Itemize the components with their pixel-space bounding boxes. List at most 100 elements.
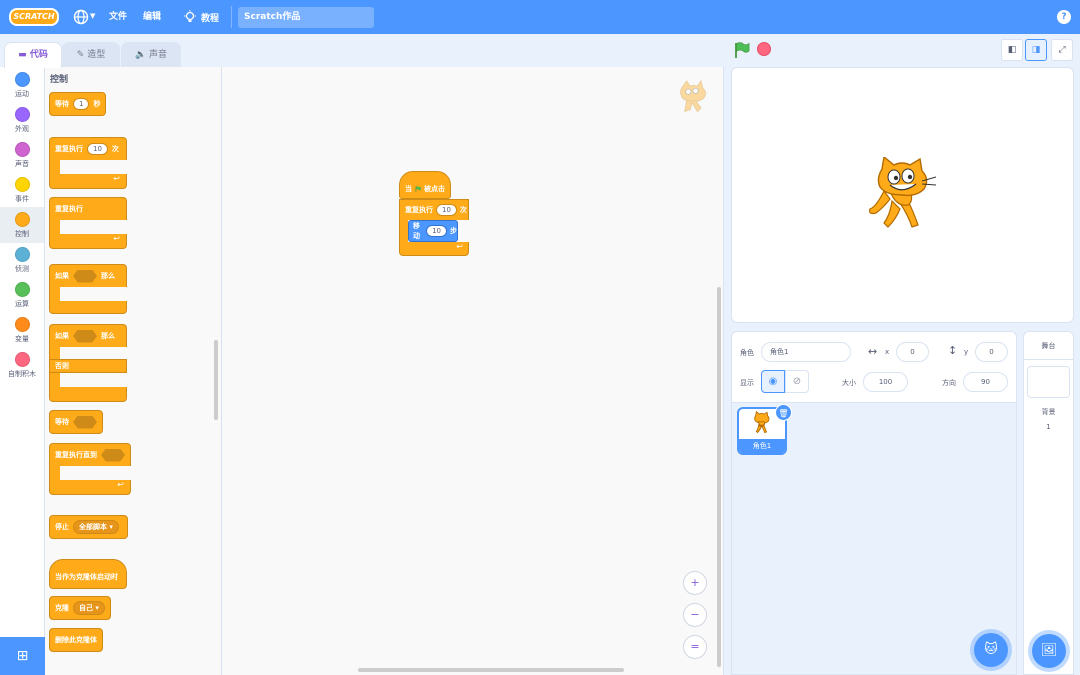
zoom-out-button[interactable]: − bbox=[683, 603, 707, 627]
steps-input[interactable]: 10 bbox=[426, 225, 447, 237]
if-then-block[interactable]: 如果 那么 bbox=[49, 264, 127, 314]
stop-button[interactable] bbox=[757, 42, 771, 56]
workspace-horizontal-scrollbar[interactable] bbox=[358, 668, 624, 672]
category-looks[interactable]: 外观 bbox=[0, 104, 44, 139]
category-menu: 运动 外观 声音 事件 控制 侦测 运算 变量 自制积木 bbox=[0, 67, 45, 675]
c-block-arm bbox=[399, 220, 408, 242]
stage-canvas[interactable] bbox=[731, 67, 1074, 323]
category-control[interactable]: 控制 bbox=[0, 207, 44, 243]
c-block-foot: ↩ bbox=[399, 242, 469, 256]
code-icon: ▬ bbox=[18, 50, 27, 60]
category-sound[interactable]: 声音 bbox=[0, 139, 44, 174]
condition-slot[interactable] bbox=[73, 269, 97, 283]
category-label: 控制 bbox=[15, 230, 29, 238]
repeat-block[interactable]: 重复执行 10 次 移动 10 步 ↩ bbox=[399, 199, 469, 256]
x-input[interactable]: 0 bbox=[896, 342, 929, 362]
create-clone-block[interactable]: 克隆 自己 ▾ bbox=[49, 596, 111, 620]
workspace-vertical-scrollbar[interactable] bbox=[717, 287, 721, 667]
palette-category-title: 控制 bbox=[50, 75, 69, 85]
clone-target-dropdown[interactable]: 自己 ▾ bbox=[73, 601, 105, 615]
delete-clone-block[interactable]: 删除此克隆体 bbox=[49, 628, 103, 652]
wait-seconds-block[interactable]: 等待 1 秒 bbox=[49, 92, 107, 116]
backdrop-thumbnail[interactable] bbox=[1027, 366, 1070, 398]
add-sprite-button[interactable]: 🐱 bbox=[974, 633, 1008, 667]
block-text: 当 bbox=[405, 185, 412, 193]
eye-icon: ◉ bbox=[768, 376, 778, 387]
move-steps-block[interactable]: 移动 10 步 bbox=[408, 220, 458, 242]
seconds-input[interactable]: 1 bbox=[73, 98, 90, 110]
tutorials-menu[interactable]: 教程 bbox=[183, 0, 219, 34]
menu-bar: SCRATCH ▼ 文件 编辑 教程 Scratch作品 ? bbox=[0, 0, 1080, 34]
category-events[interactable]: 事件 bbox=[0, 174, 44, 209]
category-variables[interactable]: 变量 bbox=[0, 314, 44, 349]
zoom-reset-button[interactable]: = bbox=[683, 635, 707, 659]
tab-code-label: 代码 bbox=[29, 50, 48, 60]
if-else-block[interactable]: 如果 那么 否则 bbox=[49, 324, 127, 402]
speaker-icon: 🔈 bbox=[134, 50, 147, 60]
category-label: 侦测 bbox=[15, 265, 29, 273]
forever-block[interactable]: 重复执行 ↩ bbox=[49, 197, 127, 249]
edit-menu[interactable]: 编辑 bbox=[143, 0, 161, 34]
condition-slot[interactable] bbox=[73, 329, 97, 343]
category-operators[interactable]: 运算 bbox=[0, 279, 44, 314]
condition-slot[interactable] bbox=[73, 415, 97, 429]
repeat-count-input[interactable]: 10 bbox=[87, 143, 108, 155]
file-menu[interactable]: 文件 bbox=[109, 0, 127, 34]
stop-option-dropdown[interactable]: 全部脚本 ▾ bbox=[73, 520, 119, 534]
y-input[interactable]: 0 bbox=[975, 342, 1008, 362]
script-stack[interactable]: 当 被点击 重复执行 10 次 移动 10 步 ↩ bbox=[399, 171, 469, 261]
show-hidden-button[interactable]: ⊘ bbox=[785, 370, 809, 393]
palette-scrollbar[interactable] bbox=[214, 340, 218, 420]
fullscreen-button[interactable]: ⤢ bbox=[1051, 39, 1073, 61]
zoom-in-button[interactable]: + bbox=[683, 571, 707, 595]
wait-until-block[interactable]: 等待 bbox=[49, 410, 103, 434]
size-input[interactable]: 100 bbox=[863, 372, 908, 392]
small-stage-button[interactable]: ◧ bbox=[1001, 39, 1023, 61]
language-menu[interactable]: ▼ bbox=[73, 9, 97, 25]
repeat-count-input[interactable]: 10 bbox=[436, 204, 457, 216]
sprite-name-input[interactable]: 角色1 bbox=[761, 342, 851, 362]
sprite-thumbnail-label: 角色1 bbox=[739, 439, 785, 453]
scratch-logo[interactable]: SCRATCH bbox=[9, 8, 59, 26]
stop-block[interactable]: 停止 全部脚本 ▾ bbox=[49, 515, 128, 539]
tab-costumes-label: 造型 bbox=[87, 50, 106, 60]
repeat-block[interactable]: 重复执行 10 次 ↩ bbox=[49, 137, 127, 189]
sprite-cat[interactable] bbox=[866, 157, 940, 233]
green-flag-icon[interactable] bbox=[733, 41, 751, 59]
direction-input[interactable]: 90 bbox=[963, 372, 1008, 392]
delete-sprite-button[interactable]: 🗑 bbox=[775, 404, 792, 421]
condition-slot[interactable] bbox=[101, 448, 125, 462]
category-sensing[interactable]: 侦测 bbox=[0, 244, 44, 279]
project-title-input[interactable]: Scratch作品 bbox=[238, 7, 374, 28]
block-text: 克隆 bbox=[55, 604, 69, 612]
script-workspace[interactable]: 当 被点击 重复执行 10 次 移动 10 步 ↩ + − = bbox=[222, 67, 724, 675]
when-flag-clicked-block[interactable]: 当 被点击 bbox=[399, 171, 451, 199]
c-block-arm bbox=[49, 160, 60, 174]
sprite-cat-thumbnail bbox=[754, 411, 770, 434]
when-start-as-clone-block[interactable]: 当作为克隆体启动时 bbox=[49, 559, 127, 589]
category-my-blocks[interactable]: 自制积木 bbox=[0, 349, 44, 384]
zoom-reset-icon: = bbox=[690, 640, 700, 653]
c-block-foot bbox=[49, 301, 127, 314]
category-dot bbox=[14, 317, 30, 332]
stage-target-panel[interactable]: 舞台 背景 1 🖼 bbox=[1023, 331, 1074, 675]
chevron-down-icon: ▼ bbox=[90, 12, 96, 20]
zoom-in-icon: + bbox=[690, 576, 700, 589]
dropdown-value: 全部脚本 bbox=[79, 523, 107, 531]
block-palette: 控制 等待 1 秒 重复执行 10 次 ↩ 重复执行 ↩ 如果 那么 如果 那么… bbox=[45, 67, 222, 675]
repeat-block-head: 重复执行 10 次 bbox=[399, 199, 469, 220]
repeat-until-block[interactable]: 重复执行直到 ↩ bbox=[49, 443, 131, 495]
repeat-until-head: 重复执行直到 bbox=[49, 443, 131, 466]
loop-arrow-icon: ↩ bbox=[456, 242, 463, 251]
show-visible-button[interactable]: ◉ bbox=[761, 370, 785, 393]
add-backdrop-button[interactable]: 🖼 bbox=[1032, 634, 1066, 668]
category-motion[interactable]: 运动 bbox=[0, 69, 44, 104]
help-icon[interactable]: ? bbox=[1057, 10, 1071, 24]
large-stage-button[interactable]: ◨ bbox=[1025, 39, 1047, 61]
category-dot bbox=[14, 177, 30, 192]
block-text: 如果 bbox=[55, 272, 69, 280]
tab-costumes[interactable]: ✎ 造型 bbox=[62, 42, 120, 67]
tab-sounds[interactable]: 🔈 声音 bbox=[121, 42, 181, 67]
add-extension-button[interactable]: ⊞ bbox=[0, 637, 45, 675]
tab-code[interactable]: ▬ 代码 bbox=[4, 42, 62, 68]
